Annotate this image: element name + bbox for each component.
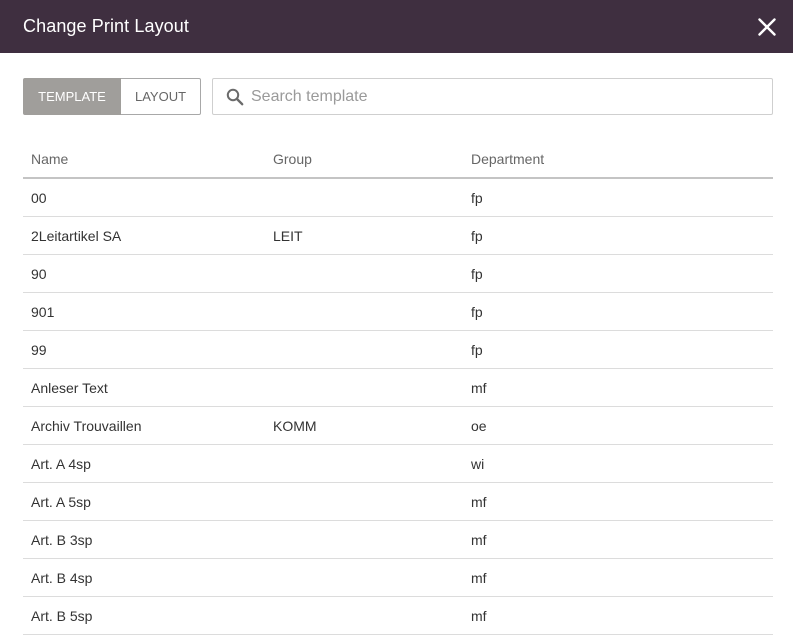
table-body: 00 fp 2Leitartikel SA LEIT fp 90 fp 901 fp 99 fp An…: [23, 179, 773, 635]
cell-name: 90: [31, 265, 47, 282]
cell-name: 99: [31, 341, 47, 358]
cell-name: 901: [31, 303, 55, 320]
cell-department: fp: [471, 227, 483, 244]
toolbar: TEMPLATE LAYOUT: [23, 78, 773, 115]
cell-name: Archiv Trouvaillen: [31, 417, 142, 434]
table-row[interactable]: Art. B 5sp mf: [23, 597, 773, 635]
cell-department: mf: [471, 493, 487, 510]
cell-department: fp: [471, 341, 483, 358]
cell-department: mf: [471, 379, 487, 396]
cell-name: Art. A 5sp: [31, 493, 91, 510]
template-table: Name Group Department 00 fp 2Leitartikel S…: [23, 141, 773, 635]
dialog-header: Change Print Layout: [0, 0, 793, 53]
cell-name: Art. B 4sp: [31, 569, 93, 586]
cell-department: fp: [471, 303, 483, 320]
cell-group: LEIT: [273, 227, 303, 244]
column-header-name[interactable]: Name: [23, 151, 273, 167]
column-header-group[interactable]: Group: [273, 151, 471, 167]
table-row[interactable]: Archiv Trouvaillen KOMM oe: [23, 407, 773, 445]
table-header: Name Group Department: [23, 141, 773, 179]
cell-department: mf: [471, 607, 487, 624]
table-row[interactable]: 99 fp: [23, 331, 773, 369]
cell-department: mf: [471, 569, 487, 586]
view-toggle: TEMPLATE LAYOUT: [23, 78, 201, 115]
table-row[interactable]: 00 fp: [23, 179, 773, 217]
tab-layout[interactable]: LAYOUT: [121, 78, 201, 115]
table-row[interactable]: Art. A 4sp wi: [23, 445, 773, 483]
cell-name: Art. A 4sp: [31, 455, 91, 472]
close-button[interactable]: [740, 0, 793, 53]
search-icon: [226, 88, 244, 106]
dialog-title: Change Print Layout: [23, 16, 190, 36]
table-row[interactable]: 2Leitartikel SA LEIT fp: [23, 217, 773, 255]
cell-department: mf: [471, 531, 487, 548]
tab-template[interactable]: TEMPLATE: [23, 78, 121, 115]
cell-name: Anleser Text: [31, 379, 108, 396]
cell-department: oe: [471, 417, 487, 434]
search-input[interactable]: [249, 86, 772, 107]
change-print-layout-dialog: Change Print Layout TEMPLATE LAYOUT Name: [0, 0, 793, 640]
table-row[interactable]: Art. A 5sp mf: [23, 483, 773, 521]
cell-group: KOMM: [273, 417, 317, 434]
cell-department: fp: [471, 189, 483, 206]
table-row[interactable]: Anleser Text mf: [23, 369, 773, 407]
close-icon: [757, 17, 776, 36]
cell-department: fp: [471, 265, 483, 282]
cell-name: 00: [31, 189, 47, 206]
cell-name: 2Leitartikel SA: [31, 227, 122, 244]
cell-department: wi: [471, 455, 485, 472]
table-row[interactable]: Art. B 4sp mf: [23, 559, 773, 597]
search-box: [212, 78, 773, 115]
table-row[interactable]: Art. B 3sp mf: [23, 521, 773, 559]
cell-name: Art. B 5sp: [31, 607, 93, 624]
table-row[interactable]: 901 fp: [23, 293, 773, 331]
table-row[interactable]: 90 fp: [23, 255, 773, 293]
column-header-department[interactable]: Department: [471, 151, 773, 167]
cell-name: Art. B 3sp: [31, 531, 93, 548]
